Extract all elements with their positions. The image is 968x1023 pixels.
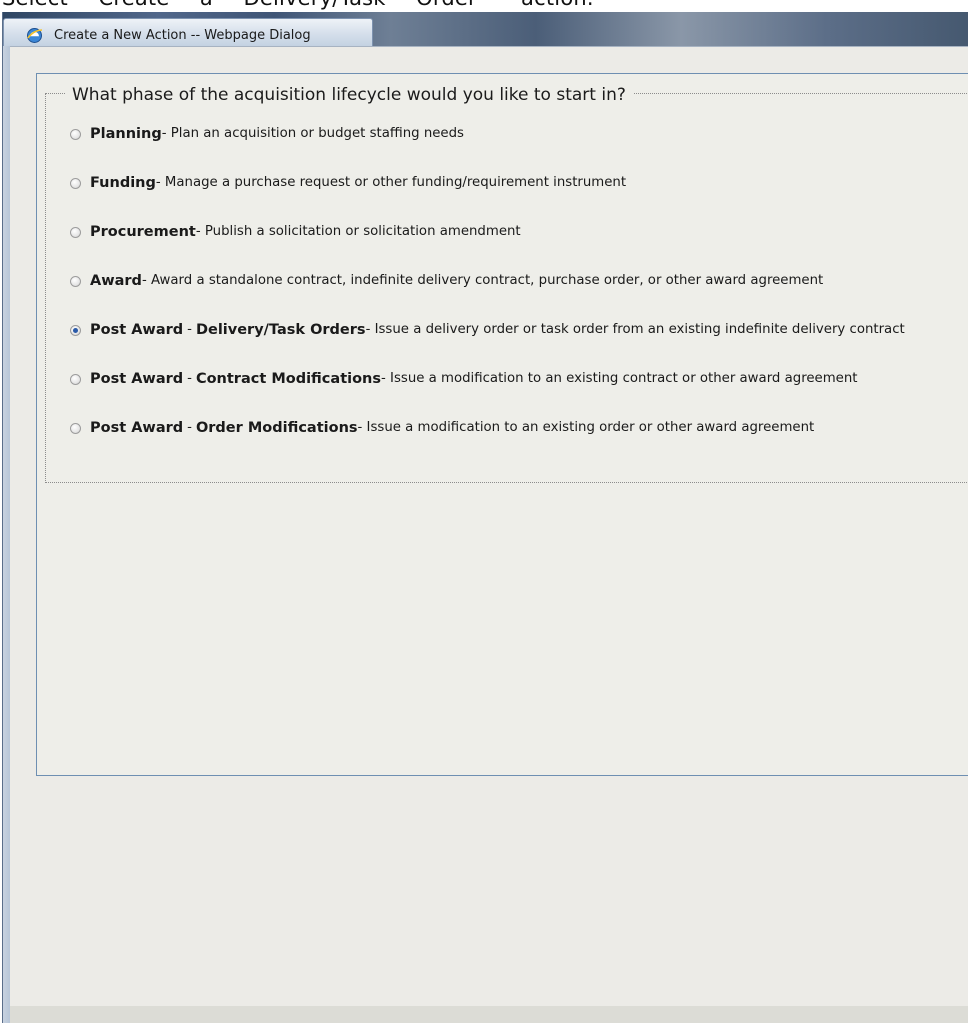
radio-post-award-order-modifications[interactable]	[70, 423, 81, 434]
option-award[interactable]: Award - Award a standalone contract, ind…	[70, 273, 968, 322]
dialog-status-bar	[10, 1006, 968, 1023]
option-label: Post Award	[90, 322, 184, 338]
option-label: Post Award	[90, 420, 184, 436]
option-planning[interactable]: Planning - Plan an acquisition or budget…	[70, 126, 968, 175]
radio-post-award-delivery-task-orders[interactable]	[70, 325, 81, 336]
option-description: - Award a standalone contract, indefinit…	[141, 273, 824, 288]
option-funding[interactable]: Funding - Manage a purchase request or o…	[70, 175, 968, 224]
label-separator: -	[187, 420, 192, 435]
option-label: Award	[90, 273, 142, 289]
dialog-client-area: What phase of the acquisition lifecycle …	[10, 46, 968, 1006]
title-tab: Create a New Action -- Webpage Dialog	[3, 18, 373, 46]
phase-options-list: Planning - Plan an acquisition or budget…	[70, 126, 968, 469]
content-panel: What phase of the acquisition lifecycle …	[36, 73, 968, 776]
option-sublabel: Order Modifications	[195, 420, 358, 436]
radio-post-award-contract-modifications[interactable]	[70, 374, 81, 385]
option-post-award-contract-modifications[interactable]: Post Award - Contract Modifications - Issu…	[70, 371, 968, 420]
phase-fieldset: What phase of the acquisition lifecycle …	[45, 85, 968, 483]
option-procurement[interactable]: Procurement - Publish a solicitation or …	[70, 224, 968, 273]
title-bar[interactable]: Create a New Action -- Webpage Dialog	[3, 12, 968, 46]
radio-planning[interactable]	[70, 129, 81, 140]
radio-award[interactable]	[70, 276, 81, 287]
option-label: Procurement	[90, 224, 196, 240]
option-description: - Issue a modification to an existing co…	[381, 371, 858, 386]
window-title: Create a New Action -- Webpage Dialog	[54, 28, 311, 43]
option-label: Planning	[90, 126, 162, 142]
option-sublabel: Delivery/Task Orders	[195, 322, 366, 338]
option-description: - Manage a purchase request or other fun…	[155, 175, 627, 190]
phase-question: What phase of the acquisition lifecycle …	[66, 85, 634, 105]
option-label: Funding	[90, 175, 156, 191]
option-label: Post Award	[90, 371, 184, 387]
ie-icon	[27, 28, 43, 43]
label-separator: -	[187, 322, 192, 337]
option-post-award-order-modifications[interactable]: Post Award - Order Modifications - Issue a…	[70, 420, 968, 469]
option-description: - Issue a modification to an existing or…	[357, 420, 815, 435]
option-description: - Issue a delivery order or task order f…	[365, 322, 905, 337]
option-sublabel: Contract Modifications	[195, 371, 382, 387]
label-separator: -	[187, 371, 192, 386]
radio-funding[interactable]	[70, 178, 81, 189]
option-post-award-delivery-task-orders[interactable]: Post Award - Delivery/Task Orders - Issue …	[70, 322, 968, 371]
window-left-border	[3, 46, 10, 1023]
dialog-window: Create a New Action -- Webpage Dialog Wh…	[2, 12, 968, 1023]
instruction-caption: Select "Create" a "Delivery/Task" Order …	[2, 0, 594, 10]
option-description: - Plan an acquisition or budget staffing…	[161, 126, 464, 141]
radio-procurement[interactable]	[70, 227, 81, 238]
option-description: - Publish a solicitation or solicitation…	[195, 224, 521, 239]
